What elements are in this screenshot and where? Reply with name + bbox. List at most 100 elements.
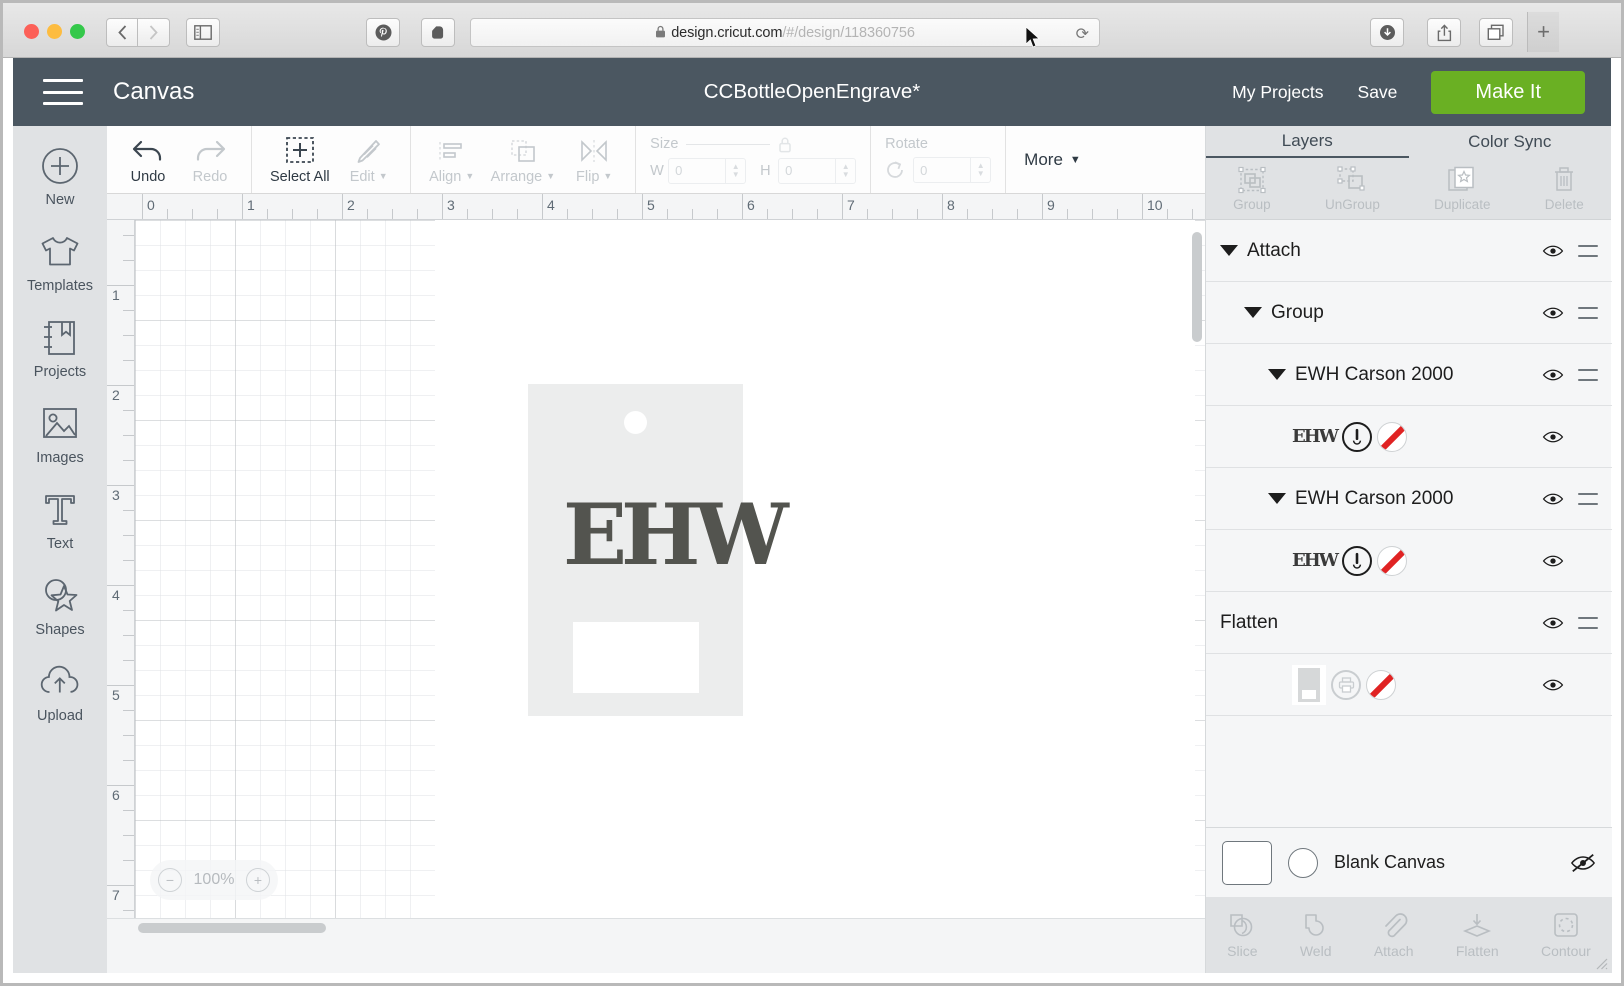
- layer-list[interactable]: Attach Group EWH Carson 2000 EHW EWH Carson …: [1206, 220, 1612, 883]
- sidebar-item-new[interactable]: New: [13, 144, 107, 208]
- tab-layers[interactable]: Layers: [1206, 126, 1409, 158]
- flip-button[interactable]: Flip ▼: [563, 134, 625, 185]
- forward-button[interactable]: [138, 18, 170, 47]
- resize-grip[interactable]: [1594, 956, 1608, 970]
- tab-color-sync[interactable]: Color Sync: [1409, 126, 1612, 158]
- eye-icon[interactable]: [1542, 429, 1564, 445]
- layer-drag-handle[interactable]: [1578, 244, 1598, 257]
- no-color-swatch[interactable]: [1376, 421, 1407, 452]
- address-bar[interactable]: design.cricut.com/#/design/118360756 ⟳: [470, 18, 1100, 47]
- sidebar-item-images[interactable]: Images: [13, 402, 107, 466]
- layer-row[interactable]: Group: [1206, 282, 1612, 344]
- eye-icon[interactable]: [1542, 491, 1564, 507]
- no-color-swatch[interactable]: [1366, 669, 1396, 700]
- make-it-button[interactable]: Make It: [1431, 70, 1585, 114]
- maximize-window-button[interactable]: [70, 24, 85, 39]
- edit-menu-button[interactable]: Edit ▼: [338, 134, 400, 185]
- show-all-tabs-button[interactable]: [1479, 18, 1513, 47]
- save-button[interactable]: Save: [1358, 82, 1398, 103]
- back-button[interactable]: [106, 18, 138, 47]
- engrave-tool-icon[interactable]: [1341, 545, 1372, 576]
- undo-button[interactable]: Undo: [117, 134, 179, 185]
- attach-button[interactable]: Attach: [1374, 911, 1414, 959]
- monogram-ewh[interactable]: EHW: [563, 485, 789, 584]
- width-input[interactable]: [669, 158, 726, 183]
- sidebar-item-text[interactable]: Text: [13, 488, 107, 552]
- layer-drag-handle[interactable]: [1578, 306, 1598, 319]
- flatten-button[interactable]: Flatten: [1456, 911, 1499, 959]
- layer-row[interactable]: Attach: [1206, 220, 1612, 282]
- eye-icon[interactable]: [1542, 553, 1564, 569]
- engrave-tool-icon[interactable]: [1341, 421, 1372, 452]
- sidebar-item-shapes[interactable]: Shapes: [13, 574, 107, 638]
- slice-button[interactable]: Slice: [1227, 911, 1258, 959]
- layer-row[interactable]: EWH Carson 2000: [1206, 344, 1612, 406]
- layer-row[interactable]: Flatten: [1206, 592, 1612, 654]
- rotate-stepper[interactable]: ▲▼: [913, 157, 992, 183]
- layer-row[interactable]: EWH Carson 2000: [1206, 468, 1612, 530]
- canvas-horizontal-scrollbar[interactable]: [138, 923, 326, 933]
- evernote-extension-button[interactable]: [421, 18, 455, 47]
- weld-button[interactable]: Weld: [1300, 911, 1332, 959]
- more-menu[interactable]: More ▼: [1006, 126, 1099, 193]
- duplicate-button[interactable]: Duplicate: [1434, 166, 1490, 212]
- canvas-vertical-scrollbar[interactable]: [1192, 232, 1202, 342]
- zoom-out-button[interactable]: −: [158, 868, 182, 892]
- eye-slash-icon[interactable]: [1570, 853, 1596, 873]
- sidebar-item-projects[interactable]: Projects: [13, 316, 107, 380]
- layer-drag-handle[interactable]: [1578, 368, 1598, 381]
- sidebar-item-upload[interactable]: Upload: [13, 660, 107, 724]
- eye-icon[interactable]: [1542, 305, 1564, 321]
- width-stepper[interactable]: ▲▼: [668, 157, 747, 184]
- sidebar-item-templates[interactable]: Templates: [13, 230, 107, 294]
- height-input[interactable]: [779, 158, 836, 183]
- width-spinner-arrows[interactable]: ▲ ▼: [725, 158, 745, 183]
- design-canvas[interactable]: EHW − 100% +: [135, 220, 1205, 973]
- select-all-button[interactable]: Select All: [262, 134, 338, 185]
- layer-drag-handle[interactable]: [1578, 616, 1598, 629]
- no-color-swatch[interactable]: [1376, 545, 1407, 576]
- ungroup-button[interactable]: UnGroup: [1325, 165, 1380, 212]
- eye-icon[interactable]: [1542, 615, 1564, 631]
- reload-button[interactable]: ⟳: [1076, 24, 1089, 44]
- pinterest-extension-button[interactable]: [366, 18, 400, 47]
- layer-thumbnails[interactable]: EHW: [1292, 545, 1407, 576]
- layer-row[interactable]: EHW: [1206, 530, 1612, 592]
- group-button[interactable]: Group: [1233, 166, 1271, 212]
- share-button[interactable]: [1427, 18, 1461, 47]
- zoom-in-button[interactable]: +: [245, 868, 270, 892]
- rotate-input[interactable]: [914, 158, 971, 182]
- eye-icon[interactable]: [1542, 243, 1564, 259]
- redo-button[interactable]: Redo: [179, 134, 241, 185]
- minimize-window-button[interactable]: [47, 24, 62, 39]
- layer-thumbnails[interactable]: [1292, 664, 1396, 705]
- layer-thumbnails[interactable]: EHW: [1292, 421, 1407, 452]
- sidebar-toggle-button[interactable]: [186, 18, 220, 47]
- canvas-material-circle[interactable]: [1288, 847, 1318, 878]
- canvas-layer-row[interactable]: Blank Canvas: [1206, 827, 1612, 897]
- layer-collapse-caret[interactable]: [1220, 245, 1238, 256]
- new-tab-button[interactable]: +: [1527, 12, 1559, 52]
- height-stepper[interactable]: ▲▼: [778, 157, 857, 184]
- layer-row[interactable]: [1206, 654, 1612, 716]
- eye-icon[interactable]: [1542, 367, 1564, 383]
- downloads-button[interactable]: [1370, 18, 1404, 47]
- layer-row[interactable]: EHW: [1206, 406, 1612, 468]
- layer-collapse-caret[interactable]: [1268, 369, 1286, 380]
- layer-collapse-caret[interactable]: [1244, 307, 1262, 318]
- contour-button[interactable]: Contour: [1541, 911, 1591, 959]
- layer-drag-handle[interactable]: [1578, 492, 1598, 505]
- align-button[interactable]: Align ▼: [421, 134, 483, 185]
- my-projects-link[interactable]: My Projects: [1232, 82, 1323, 103]
- arrange-button[interactable]: Arrange ▼: [483, 134, 564, 185]
- eye-icon[interactable]: [1542, 677, 1564, 693]
- close-window-button[interactable]: [24, 24, 39, 39]
- layer-collapse-caret[interactable]: [1268, 493, 1286, 504]
- canvas-color-swatch[interactable]: [1222, 840, 1272, 885]
- delete-button[interactable]: Delete: [1545, 166, 1584, 212]
- print-tool-icon[interactable]: [1331, 669, 1361, 700]
- rotate-spinner-arrows[interactable]: ▲ ▼: [970, 158, 990, 182]
- height-spinner-arrows[interactable]: ▲ ▼: [835, 158, 855, 183]
- hamburger-menu-icon[interactable]: [43, 79, 83, 105]
- lock-closed-icon[interactable]: [778, 136, 792, 153]
